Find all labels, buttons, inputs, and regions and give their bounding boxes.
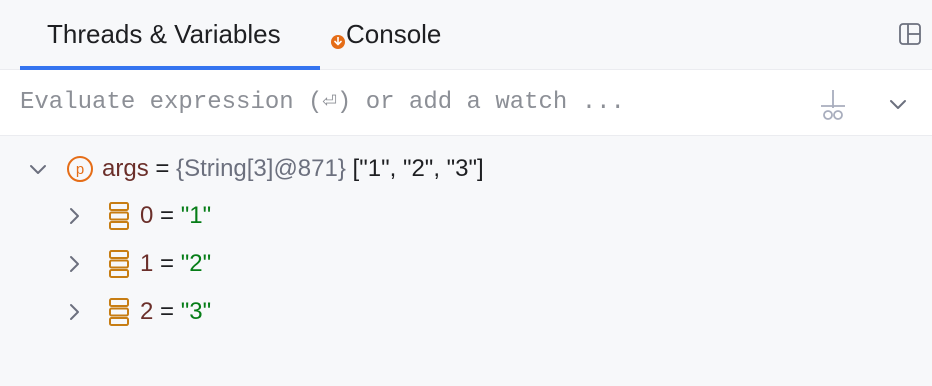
variable-entry: 2 = "3" <box>140 298 211 326</box>
variable-value: "2" <box>180 250 212 277</box>
variable-type: {String[3]@871} <box>176 155 346 182</box>
chevron-right-icon[interactable] <box>64 254 84 274</box>
variable-entry: 1 = "2" <box>140 250 211 278</box>
debugger-tab-bar: Threads & Variables Console <box>0 0 932 70</box>
variable-value: "1" <box>180 202 212 229</box>
evaluate-expression-bar <box>0 70 932 136</box>
chevron-down-icon <box>890 100 906 109</box>
variables-tree: p args = {String[3]@871} ["1", "2", "3"]… <box>0 136 932 386</box>
equals-sign: = <box>155 155 170 182</box>
layout-icon <box>899 23 921 45</box>
variable-name: 1 <box>140 250 154 277</box>
add-watch-button[interactable] <box>815 86 851 122</box>
tab-threads-and-variables[interactable]: Threads & Variables <box>20 0 320 70</box>
variable-name: 0 <box>140 202 154 229</box>
tab-threads-label: Threads & Variables <box>47 19 281 49</box>
equals-sign: = <box>160 202 175 229</box>
chevron-right-icon[interactable] <box>64 302 84 322</box>
variable-entry: args = {String[3]@871} ["1", "2", "3"] <box>102 155 484 183</box>
variable-value: ["1", "2", "3"] <box>352 155 484 182</box>
tree-row-element-1[interactable]: 1 = "2" <box>0 240 932 288</box>
array-element-icon <box>109 202 129 230</box>
array-element-icon <box>109 298 129 326</box>
down-arrow-icon <box>334 36 342 45</box>
parameter-icon: p <box>67 156 93 182</box>
equals-sign: = <box>160 250 175 277</box>
variable-name: args <box>102 155 149 182</box>
tree-row-element-0[interactable]: 0 = "1" <box>0 192 932 240</box>
tab-console-label: Console <box>346 19 442 49</box>
layout-settings-button[interactable] <box>898 22 922 46</box>
evaluate-expression-input[interactable] <box>20 70 780 135</box>
console-output-badge-icon <box>330 18 348 52</box>
tree-row-args[interactable]: p args = {String[3]@871} ["1", "2", "3"] <box>0 145 932 193</box>
expand-input-button[interactable] <box>886 92 910 116</box>
array-element-icon <box>109 250 129 278</box>
tab-console[interactable]: Console <box>330 0 480 69</box>
svg-text:p: p <box>76 161 84 178</box>
chevron-down-icon[interactable] <box>28 159 48 179</box>
tree-row-element-2[interactable]: 2 = "3" <box>0 288 932 336</box>
variable-name: 2 <box>140 298 154 325</box>
variable-value: "3" <box>180 298 212 325</box>
equals-sign: = <box>160 298 175 325</box>
add-watch-icon <box>821 90 845 120</box>
variable-entry: 0 = "1" <box>140 202 211 230</box>
chevron-right-icon[interactable] <box>64 206 84 226</box>
